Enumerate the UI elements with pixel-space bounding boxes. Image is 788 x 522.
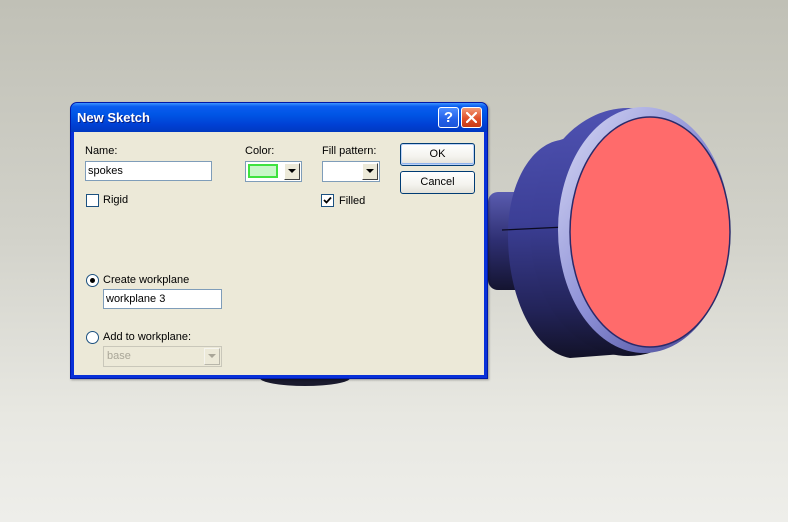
radio-selected-dot <box>90 278 95 283</box>
workplane-select-value: base <box>107 350 131 362</box>
filled-checkbox[interactable] <box>321 194 334 207</box>
color-label: Color: <box>245 145 275 157</box>
create-workplane-label[interactable]: Create workplane <box>103 274 189 286</box>
part-face <box>569 116 731 348</box>
color-swatch <box>248 164 278 178</box>
fill-pattern-select[interactable] <box>322 161 380 182</box>
ok-button[interactable]: OK <box>400 143 475 166</box>
add-to-workplane-label[interactable]: Add to workplane: <box>103 331 191 343</box>
new-sketch-dialog: New Sketch ? Name: Color: Fill pattern: <box>70 102 488 379</box>
fill-pattern-dropdown-button[interactable] <box>362 163 378 180</box>
cancel-button[interactable]: Cancel <box>400 171 475 194</box>
workplane-dropdown-button <box>204 348 220 365</box>
fill-pattern-label: Fill pattern: <box>322 145 377 157</box>
chevron-down-icon <box>288 169 296 173</box>
workplane-name-input[interactable] <box>103 289 222 309</box>
checkmark-icon <box>323 196 332 204</box>
chevron-down-icon <box>208 354 216 358</box>
add-to-workplane-radio[interactable] <box>86 331 99 344</box>
chevron-down-icon <box>366 169 374 173</box>
dialog-title: New Sketch <box>77 110 150 125</box>
workplane-select: base <box>103 346 222 367</box>
rigid-label[interactable]: Rigid <box>103 194 128 206</box>
name-label: Name: <box>85 145 118 157</box>
dialog-client-area: Name: Color: Fill pattern: OK Cancel Rig… <box>74 132 484 375</box>
dialog-titlebar[interactable]: New Sketch ? <box>71 103 487 132</box>
create-workplane-radio[interactable] <box>86 274 99 287</box>
help-icon: ? <box>443 109 454 126</box>
filled-label[interactable]: Filled <box>339 195 365 207</box>
help-button[interactable]: ? <box>438 107 459 128</box>
name-input[interactable] <box>85 161 212 181</box>
color-dropdown-button[interactable] <box>284 163 300 180</box>
color-select[interactable] <box>245 161 302 182</box>
close-button[interactable] <box>461 107 482 128</box>
close-icon <box>466 112 477 123</box>
rigid-checkbox[interactable] <box>86 194 99 207</box>
